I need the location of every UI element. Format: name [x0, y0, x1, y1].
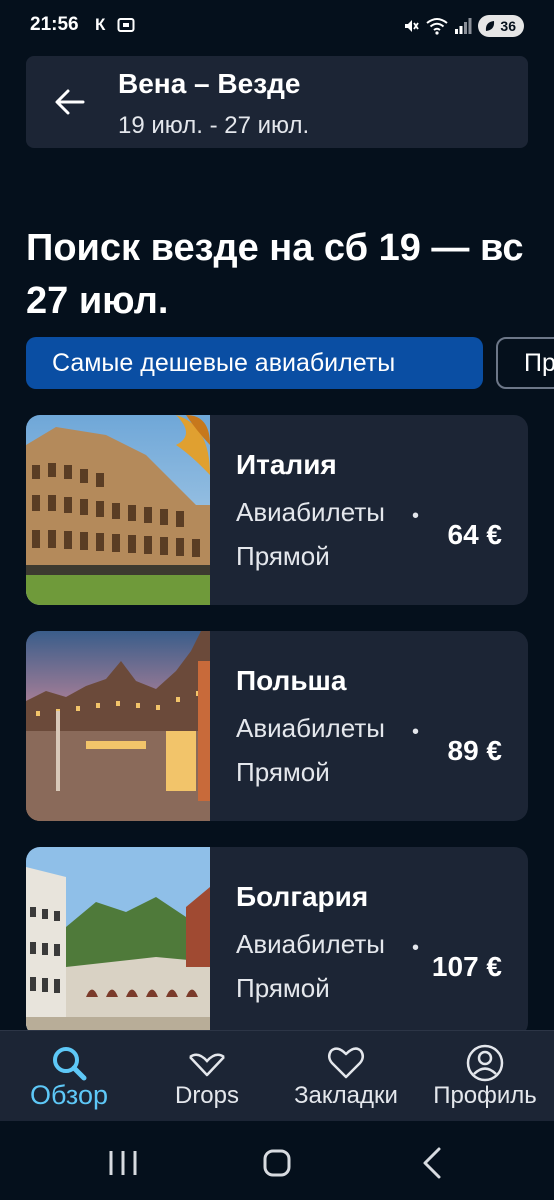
- tab-label: Профиль: [433, 1082, 537, 1109]
- colosseum-image: [26, 415, 210, 605]
- rila-monastery-image: [26, 847, 210, 1037]
- status-indicators: 36: [402, 14, 524, 38]
- status-bar: 21:56 К 36: [0, 0, 554, 52]
- search-header[interactable]: Вена – Везде 19 июл. - 27 июл.: [26, 56, 528, 148]
- result-card-bulgaria[interactable]: Болгария Авиабилеты • Прямой 107 €: [26, 847, 528, 1037]
- status-carrier-letter: К: [95, 15, 106, 34]
- result-country: Болгария: [236, 881, 369, 912]
- page-title: Поиск везде на сб 19 — вс 27 июл.: [26, 227, 524, 322]
- result-price: 107 €: [431, 951, 502, 982]
- tab-label: Закладки: [294, 1082, 398, 1109]
- tab-explore[interactable]: Обзор: [0, 1031, 138, 1122]
- bottom-tab-bar: Обзор Drops Закладки Профиль: [0, 1030, 554, 1121]
- result-price: 89 €: [447, 735, 503, 766]
- tab-label: Drops: [174, 1082, 240, 1109]
- search-icon: [53, 1047, 87, 1081]
- battery-saver-icon: [486, 21, 495, 31]
- recent-apps-icon[interactable]: [103, 1143, 143, 1183]
- result-stops: Прямой: [236, 541, 330, 571]
- result-stops: Прямой: [236, 973, 330, 1003]
- profile-icon: [466, 1044, 504, 1082]
- route-dates: 19 июл. - 27 июл.: [118, 112, 310, 139]
- filter-chips: Самые дешевые авиабилеты Пр: [26, 337, 554, 389]
- chip-cheapest-flights[interactable]: Самые дешевые авиабилеты: [26, 337, 483, 389]
- drops-icon: [189, 1053, 225, 1077]
- tab-bookmarks[interactable]: Закладки: [276, 1031, 416, 1122]
- battery-level: 36: [500, 18, 516, 34]
- result-card-poland[interactable]: Польша Авиабилеты • Прямой 89 €: [26, 631, 528, 821]
- result-type: Авиабилеты: [236, 497, 385, 527]
- result-type: Авиабилеты: [236, 929, 385, 959]
- back-icon[interactable]: [413, 1143, 453, 1183]
- status-time: 21:56: [30, 14, 79, 35]
- result-price: 64 €: [447, 519, 503, 550]
- result-stops: Прямой: [236, 757, 330, 787]
- result-country: Италия: [236, 449, 337, 480]
- home-icon[interactable]: [257, 1143, 297, 1183]
- mute-icon: [405, 20, 420, 32]
- separator-dot: •: [412, 721, 420, 743]
- separator-dot: •: [412, 505, 420, 527]
- back-arrow-icon[interactable]: [52, 84, 88, 120]
- result-country: Польша: [236, 665, 347, 696]
- tab-label: Обзор: [30, 1080, 108, 1110]
- result-card-italy[interactable]: Италия Авиабилеты • Прямой 64 €: [26, 415, 528, 605]
- route-title: Вена – Везде: [118, 68, 301, 99]
- chip-next-filter[interactable]: Пр: [496, 337, 554, 389]
- battery-indicator: 36: [478, 15, 524, 37]
- tab-drops[interactable]: Drops: [138, 1031, 276, 1122]
- tab-profile[interactable]: Профиль: [416, 1031, 554, 1122]
- heart-icon: [328, 1047, 364, 1079]
- wifi-icon: [426, 18, 449, 35]
- signal-icon: [455, 18, 472, 34]
- result-type: Авиабилеты: [236, 713, 385, 743]
- separator-dot: •: [412, 937, 420, 959]
- screen-record-icon: [117, 18, 135, 32]
- system-nav-bar: [0, 1121, 554, 1200]
- warsaw-old-town-image: [26, 631, 210, 821]
